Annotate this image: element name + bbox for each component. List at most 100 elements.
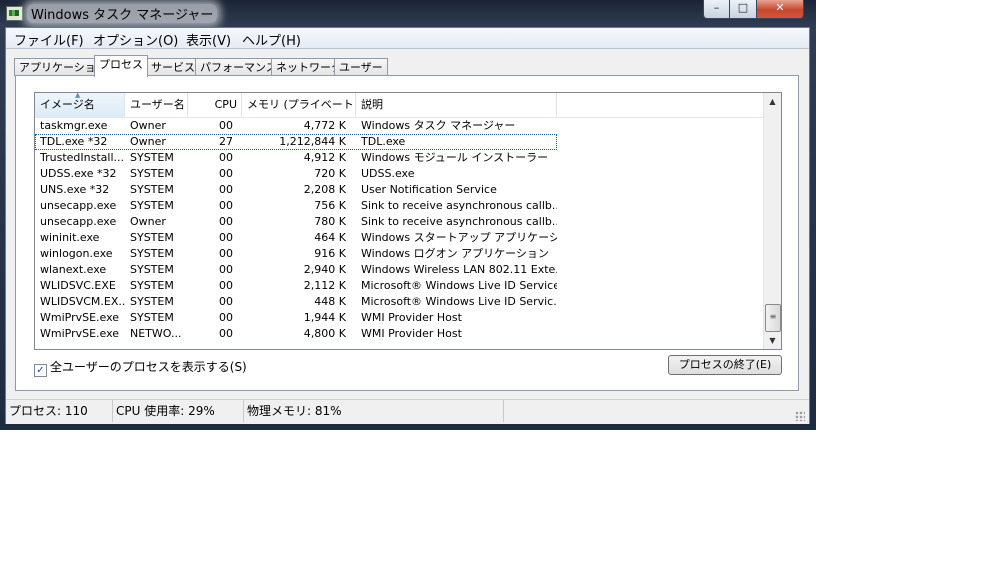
process-description: Windows タスク マネージャー <box>361 119 516 132</box>
show-all-users-checkbox[interactable]: ✓ 全ユーザーのプロセスを表示する(S) <box>34 358 247 377</box>
table-row[interactable]: WLIDSVCM.EX... SYSTEM 00 448 K Microsoft® Wi… <box>35 294 763 310</box>
table-row[interactable]: unsecapp.exe SYSTEM 00 756 K Sink to receive… <box>35 198 763 214</box>
tab-processes[interactable]: プロセス <box>94 55 148 77</box>
process-image-name: TDL.exe *32 <box>40 135 108 148</box>
process-memory: 448 K <box>314 295 346 308</box>
status-physical-memory: 物理メモリ: 81% <box>244 400 504 422</box>
process-memory: 464 K <box>314 231 346 244</box>
process-user-name: Owner <box>130 215 166 228</box>
maximize-button[interactable]: □ <box>729 0 757 19</box>
process-image-name: UDSS.exe *32 <box>40 167 117 180</box>
process-memory: 720 K <box>314 167 346 180</box>
task-manager-app-icon[interactable] <box>6 6 23 21</box>
process-cpu: 00 <box>219 167 233 180</box>
process-user-name: SYSTEM <box>130 263 174 276</box>
menu-help[interactable]: ヘルプ(H) <box>239 30 304 49</box>
process-user-name: SYSTEM <box>130 311 174 324</box>
close-button[interactable]: ✕ <box>756 0 804 19</box>
column-header-cpu[interactable]: CPU <box>188 93 242 117</box>
menu-file[interactable]: ファイル(F) <box>11 30 87 49</box>
table-row[interactable]: winlogon.exe SYSTEM 00 916 K Windows ログオン アプ… <box>35 246 763 262</box>
process-description: UDSS.exe <box>361 167 415 180</box>
process-description: Windows Wireless LAN 802.11 Exte... <box>361 263 557 276</box>
menu-bar: ファイル(F) オプション(O) 表示(V) ヘルプ(H) <box>6 28 809 49</box>
process-memory: 4,772 K <box>303 119 346 132</box>
scroll-up-arrow-icon[interactable]: ▲ <box>764 93 781 110</box>
table-row[interactable]: taskmgr.exe Owner 00 4,772 K Windows タスク マネー… <box>35 118 763 134</box>
process-user-name: SYSTEM <box>130 279 174 292</box>
scroll-thumb[interactable]: ≡ <box>765 304 781 332</box>
process-description: Windows モジュール インストーラー <box>361 151 549 164</box>
process-user-name: SYSTEM <box>130 247 174 260</box>
end-process-button[interactable]: プロセスの終了(E) <box>668 355 782 375</box>
scroll-down-arrow-icon[interactable]: ▼ <box>764 332 781 349</box>
status-bar: プロセス: 110 CPU 使用率: 29% 物理メモリ: 81% <box>6 399 809 424</box>
process-cpu: 00 <box>219 215 233 228</box>
tab-users[interactable]: ユーザー <box>334 58 388 76</box>
process-description: Windows スタートアップ アプリケーション <box>361 231 557 244</box>
process-cpu: 00 <box>219 231 233 244</box>
process-description: Windows ログオン アプリケーション <box>361 247 549 260</box>
process-memory: 4,912 K <box>303 151 346 164</box>
process-cpu: 00 <box>219 247 233 260</box>
process-user-name: SYSTEM <box>130 167 174 180</box>
column-header-user-name[interactable]: ユーザー名 <box>125 93 188 117</box>
menu-options[interactable]: オプション(O) <box>90 30 181 49</box>
process-memory: 756 K <box>314 199 346 212</box>
table-row[interactable]: WmiPrvSE.exe SYSTEM 00 1,944 K WMI Provider … <box>35 310 763 326</box>
table-row[interactable]: WmiPrvSE.exe NETWO... 00 4,800 K WMI Provide… <box>35 326 763 342</box>
process-image-name: taskmgr.exe <box>40 119 108 132</box>
process-memory: 916 K <box>314 247 346 260</box>
process-memory: 2,208 K <box>303 183 346 196</box>
table-row[interactable]: UNS.exe *32 SYSTEM 00 2,208 K User Notificat… <box>35 182 763 198</box>
process-cpu: 00 <box>219 311 233 324</box>
process-user-name: SYSTEM <box>130 151 174 164</box>
process-user-name: Owner <box>130 135 166 148</box>
process-image-name: winlogon.exe <box>40 247 113 260</box>
status-process-count: プロセス: 110 <box>6 400 113 422</box>
process-user-name: SYSTEM <box>130 295 174 308</box>
table-row[interactable]: UDSS.exe *32 SYSTEM 00 720 K UDSS.exe <box>35 166 763 182</box>
column-header-image-name[interactable]: ▲ イメージ名 <box>35 93 125 117</box>
table-row[interactable]: TrustedInstall... SYSTEM 00 4,912 K Windows … <box>35 150 763 166</box>
table-row[interactable]: TDL.exe *32 Owner 27 1,212,844 K TDL.exe <box>35 134 557 150</box>
task-manager-window: Windows タスク マネージャー – □ ✕ ファイル(F) オプション(O… <box>0 0 816 430</box>
title-bar[interactable]: Windows タスク マネージャー – □ ✕ <box>0 0 816 26</box>
process-image-name: unsecapp.exe <box>40 215 117 228</box>
process-image-name: WLIDSVC.EXE <box>40 279 116 292</box>
vertical-scrollbar[interactable]: ▲ ≡ ▼ <box>763 93 781 349</box>
process-cpu: 00 <box>219 327 233 340</box>
menu-view[interactable]: 表示(V) <box>183 30 234 49</box>
process-cpu: 00 <box>219 199 233 212</box>
table-row[interactable]: wlanext.exe SYSTEM 00 2,940 K Windows Wirele… <box>35 262 763 278</box>
column-header-memory[interactable]: メモリ (プライベート ... <box>242 93 356 117</box>
processes-panel: ▲ イメージ名 ユーザー名 CPU メモリ (プライベート ... 説明 tas… <box>15 75 799 391</box>
process-list[interactable]: ▲ イメージ名 ユーザー名 CPU メモリ (プライベート ... 説明 tas… <box>34 92 782 350</box>
process-description: Sink to receive asynchronous callb... <box>361 215 557 228</box>
tab-performance[interactable]: パフォーマンス <box>195 58 282 76</box>
tab-services[interactable]: サービス <box>146 58 200 76</box>
process-description: TDL.exe <box>361 135 406 148</box>
process-user-name: Owner <box>130 119 166 132</box>
process-memory: 1,212,844 K <box>279 135 346 148</box>
process-cpu: 00 <box>219 183 233 196</box>
process-cpu: 00 <box>219 279 233 292</box>
table-row[interactable]: unsecapp.exe Owner 00 780 K Sink to receive … <box>35 214 763 230</box>
process-rows: taskmgr.exe Owner 00 4,772 K Windows タスク マネー… <box>35 118 763 342</box>
resize-grip-icon[interactable] <box>795 411 805 421</box>
process-user-name: SYSTEM <box>130 231 174 244</box>
process-memory: 2,940 K <box>303 263 346 276</box>
table-row[interactable]: WLIDSVC.EXE SYSTEM 00 2,112 K Microsoft® Win… <box>35 278 763 294</box>
process-memory: 1,944 K <box>303 311 346 324</box>
window-title: Windows タスク マネージャー <box>27 4 218 23</box>
process-cpu: 00 <box>219 119 233 132</box>
process-image-name: WmiPrvSE.exe <box>40 311 120 324</box>
process-user-name: SYSTEM <box>130 199 174 212</box>
minimize-button[interactable]: – <box>703 0 730 19</box>
process-image-name: WLIDSVCM.EX... <box>40 295 125 308</box>
checkbox-check-icon[interactable]: ✓ <box>34 364 47 377</box>
table-row[interactable]: wininit.exe SYSTEM 00 464 K Windows スタートアップ … <box>35 230 763 246</box>
column-header-description[interactable]: 説明 <box>356 93 557 117</box>
show-all-users-label: 全ユーザーのプロセスを表示する(S) <box>50 360 247 374</box>
process-image-name: wininit.exe <box>40 231 100 244</box>
